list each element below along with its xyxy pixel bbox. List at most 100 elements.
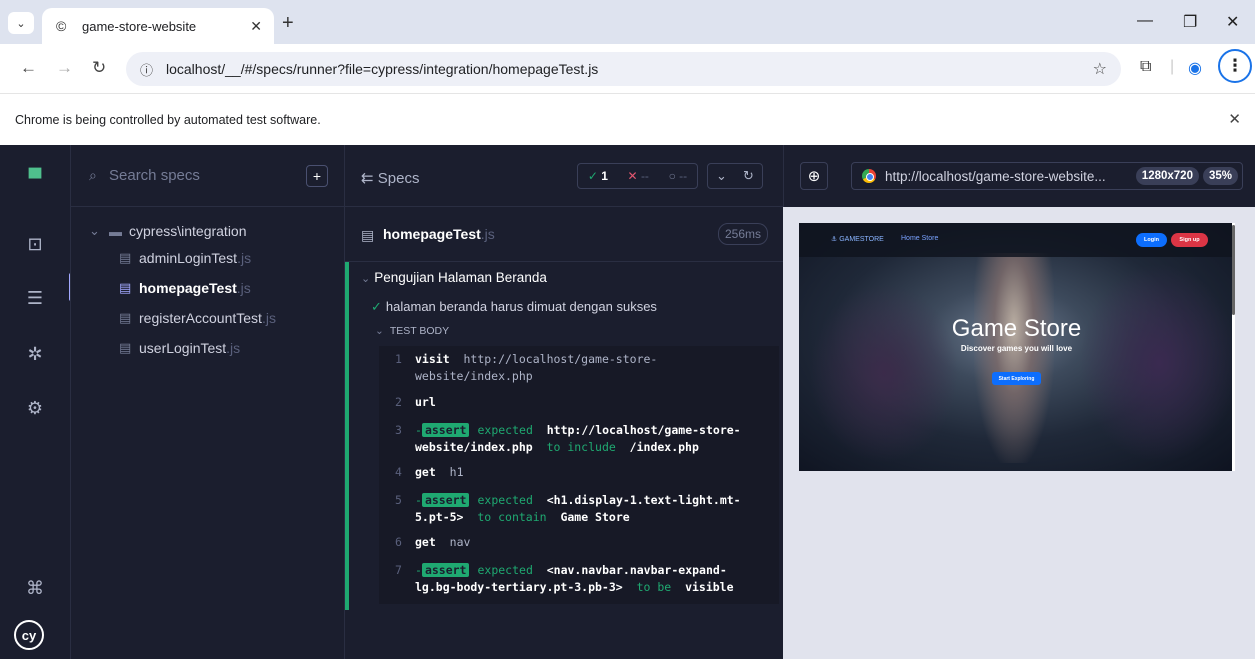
command-message: nav: [449, 535, 471, 549]
minimize-icon[interactable]: —: [1137, 12, 1153, 30]
tab-search-button[interactable]: ⌄: [8, 12, 34, 34]
search-specs-input[interactable]: Search specs: [109, 167, 306, 184]
back-icon[interactable]: ←: [20, 58, 37, 78]
command-number: 2: [395, 395, 402, 409]
reload-icon[interactable]: ↻: [92, 58, 106, 78]
folder-name: cypress\integration: [129, 223, 247, 239]
spec-file-header: ▤ homepageTest.js 256ms: [345, 207, 784, 262]
address-bar[interactable]: ⓘ localhost/__/#/specs/runner?file=cypre…: [126, 52, 1121, 86]
window-close-icon[interactable]: ✕: [1226, 12, 1239, 32]
selector-playground-icon[interactable]: ⊕: [800, 162, 828, 190]
assert-text: expected: [477, 423, 533, 437]
app-under-test-frame[interactable]: ⚓ GAMESTORE Home Store Login Sign up Gam…: [799, 223, 1234, 471]
specs-icon[interactable]: ☰: [22, 285, 48, 311]
test-body-toggle[interactable]: ⌄ TEST BODY: [375, 325, 449, 337]
command-number: 3: [395, 423, 402, 437]
extensions-icon[interactable]: ⧉: [1140, 58, 1151, 76]
aut-url-bar[interactable]: http://localhost/game-store-website... 1…: [851, 162, 1243, 190]
chrome-browser-icon: [862, 169, 876, 183]
site-brand-text: GAMESTORE: [839, 236, 884, 243]
assert-badge: assert: [421, 493, 470, 507]
settings-icon[interactable]: ⚙: [22, 395, 48, 421]
search-specs-row: ⌕ Search specs +: [71, 145, 344, 207]
test-title: halaman beranda harus dimuat dengan suks…: [385, 299, 657, 314]
close-tab-icon[interactable]: ✕: [250, 18, 262, 35]
keyboard-shortcuts-icon[interactable]: ⌘: [22, 575, 48, 601]
viewport-zoom: 35%: [1202, 167, 1238, 185]
assert-expected: /index.php: [629, 440, 699, 454]
spec-ext: .js: [261, 310, 276, 326]
assert-text: expected: [477, 563, 533, 577]
browser-tab[interactable]: © game-store-website ✕: [42, 8, 274, 44]
site-navbar: ⚓ GAMESTORE Home Store Login Sign up: [799, 223, 1234, 257]
site-nav-links[interactable]: Home Store: [901, 235, 938, 242]
cypress-logo-icon[interactable]: cy: [14, 620, 44, 650]
site-hero-subtitle: Discover games you will love: [960, 344, 1073, 353]
infobar-close-icon[interactable]: ✕: [1228, 110, 1241, 128]
tab-title: game-store-website: [82, 18, 197, 34]
more-vert-icon[interactable]: ⋮: [1218, 49, 1252, 83]
scrollbar-thumb[interactable]: [1232, 225, 1235, 315]
assert-badge: assert: [421, 423, 470, 437]
forward-icon[interactable]: →: [56, 58, 73, 78]
hero-character-image: [974, 253, 1054, 463]
folder-icon: ▬: [109, 223, 122, 239]
command-list: 1 visit http://localhost/game-store-webs…: [379, 346, 779, 604]
toggle-specs-button[interactable]: ⇇ Specs: [361, 169, 419, 187]
folder-row[interactable]: ⌄ ▬ cypress\integration: [89, 223, 247, 239]
assert-text: expected: [477, 493, 533, 507]
file-icon: ▤: [119, 310, 132, 325]
runs-icon[interactable]: ⊡: [22, 231, 48, 257]
site-cta-button[interactable]: Start Exploring: [992, 372, 1041, 385]
command-number: 4: [395, 465, 402, 479]
passed-icon: ✓: [587, 169, 598, 183]
toolbar-divider: |: [1170, 58, 1175, 75]
spec-file-name: homepageTest: [383, 226, 481, 242]
reporter-header: ⇇ Specs ✓ 1 ✕ -- ○ -- ⌄ ↻: [345, 145, 783, 207]
site-brand[interactable]: ⚓ GAMESTORE: [831, 235, 884, 243]
command-name: get: [415, 465, 436, 479]
spec-name: registerAccountTest: [139, 310, 262, 326]
assert-text: to be: [636, 580, 672, 594]
aut-scrollbar[interactable]: [1232, 223, 1235, 471]
file-icon: ▤: [119, 340, 132, 355]
chevron-down-icon[interactable]: ⌄: [716, 168, 727, 184]
restore-icon[interactable]: ❐: [1183, 12, 1197, 32]
spec-item[interactable]: ▤ registerAccountTest .js: [119, 310, 276, 326]
test-row[interactable]: ✓ halaman beranda harus dimuat dengan suk…: [371, 299, 657, 315]
assert-expected: visible: [685, 580, 734, 594]
new-tab-button[interactable]: +: [282, 12, 294, 35]
star-icon[interactable]: ☆: [1093, 59, 1107, 79]
address-url[interactable]: localhost/__/#/specs/runner?file=cypress…: [166, 61, 1093, 77]
site-hero-title: Game Store: [951, 315, 1082, 342]
rerun-icon[interactable]: ↻: [743, 168, 754, 184]
command-name: visit: [415, 352, 450, 366]
failed-count: --: [640, 169, 649, 183]
test-suite: ⌄ Pengujian Halaman Beranda ✓ halaman bera…: [345, 262, 784, 610]
browser-tab-strip: ⌄ © game-store-website ✕ + — ❐ ✕: [0, 0, 1255, 44]
debug-icon[interactable]: ✲: [22, 341, 48, 367]
file-icon: ▤: [361, 227, 375, 243]
spec-item-active[interactable]: ▤ homepageTest .js: [119, 280, 251, 296]
browser-toolbar: ← → ↻ ⓘ localhost/__/#/specs/runner?file…: [0, 44, 1255, 94]
site-signup-button[interactable]: Sign up: [1171, 233, 1208, 247]
suite-row[interactable]: ⌄ Pengujian Halaman Beranda: [361, 270, 547, 285]
site-login-button[interactable]: Login: [1136, 233, 1167, 247]
chevron-down-icon: ⌄: [361, 273, 371, 285]
spec-item[interactable]: ▤ adminLoginTest .js: [119, 250, 251, 266]
assert-text: to include: [546, 440, 616, 454]
hero-art-left: [809, 283, 959, 463]
command-message: http://localhost/game-store-website/inde…: [415, 352, 658, 383]
specs-label: Specs: [377, 170, 420, 187]
chevron-down-icon: ⌄: [89, 223, 100, 238]
site-info-icon[interactable]: ⓘ: [140, 60, 160, 79]
command-message: h1: [449, 465, 464, 479]
profile-icon[interactable]: ◉: [1188, 58, 1202, 78]
viewport-resolution[interactable]: 1280x720: [1135, 167, 1199, 185]
add-spec-button[interactable]: +: [306, 164, 328, 187]
automation-infobar: Chrome is being controlled by automated …: [0, 95, 1255, 145]
spec-item[interactable]: ▤ userLoginTest .js: [119, 340, 240, 356]
cypress-app-icon[interactable]: ▀: [22, 165, 48, 191]
cypress-favicon-icon: ©: [56, 18, 67, 34]
ship-icon: ⚓: [831, 236, 840, 243]
